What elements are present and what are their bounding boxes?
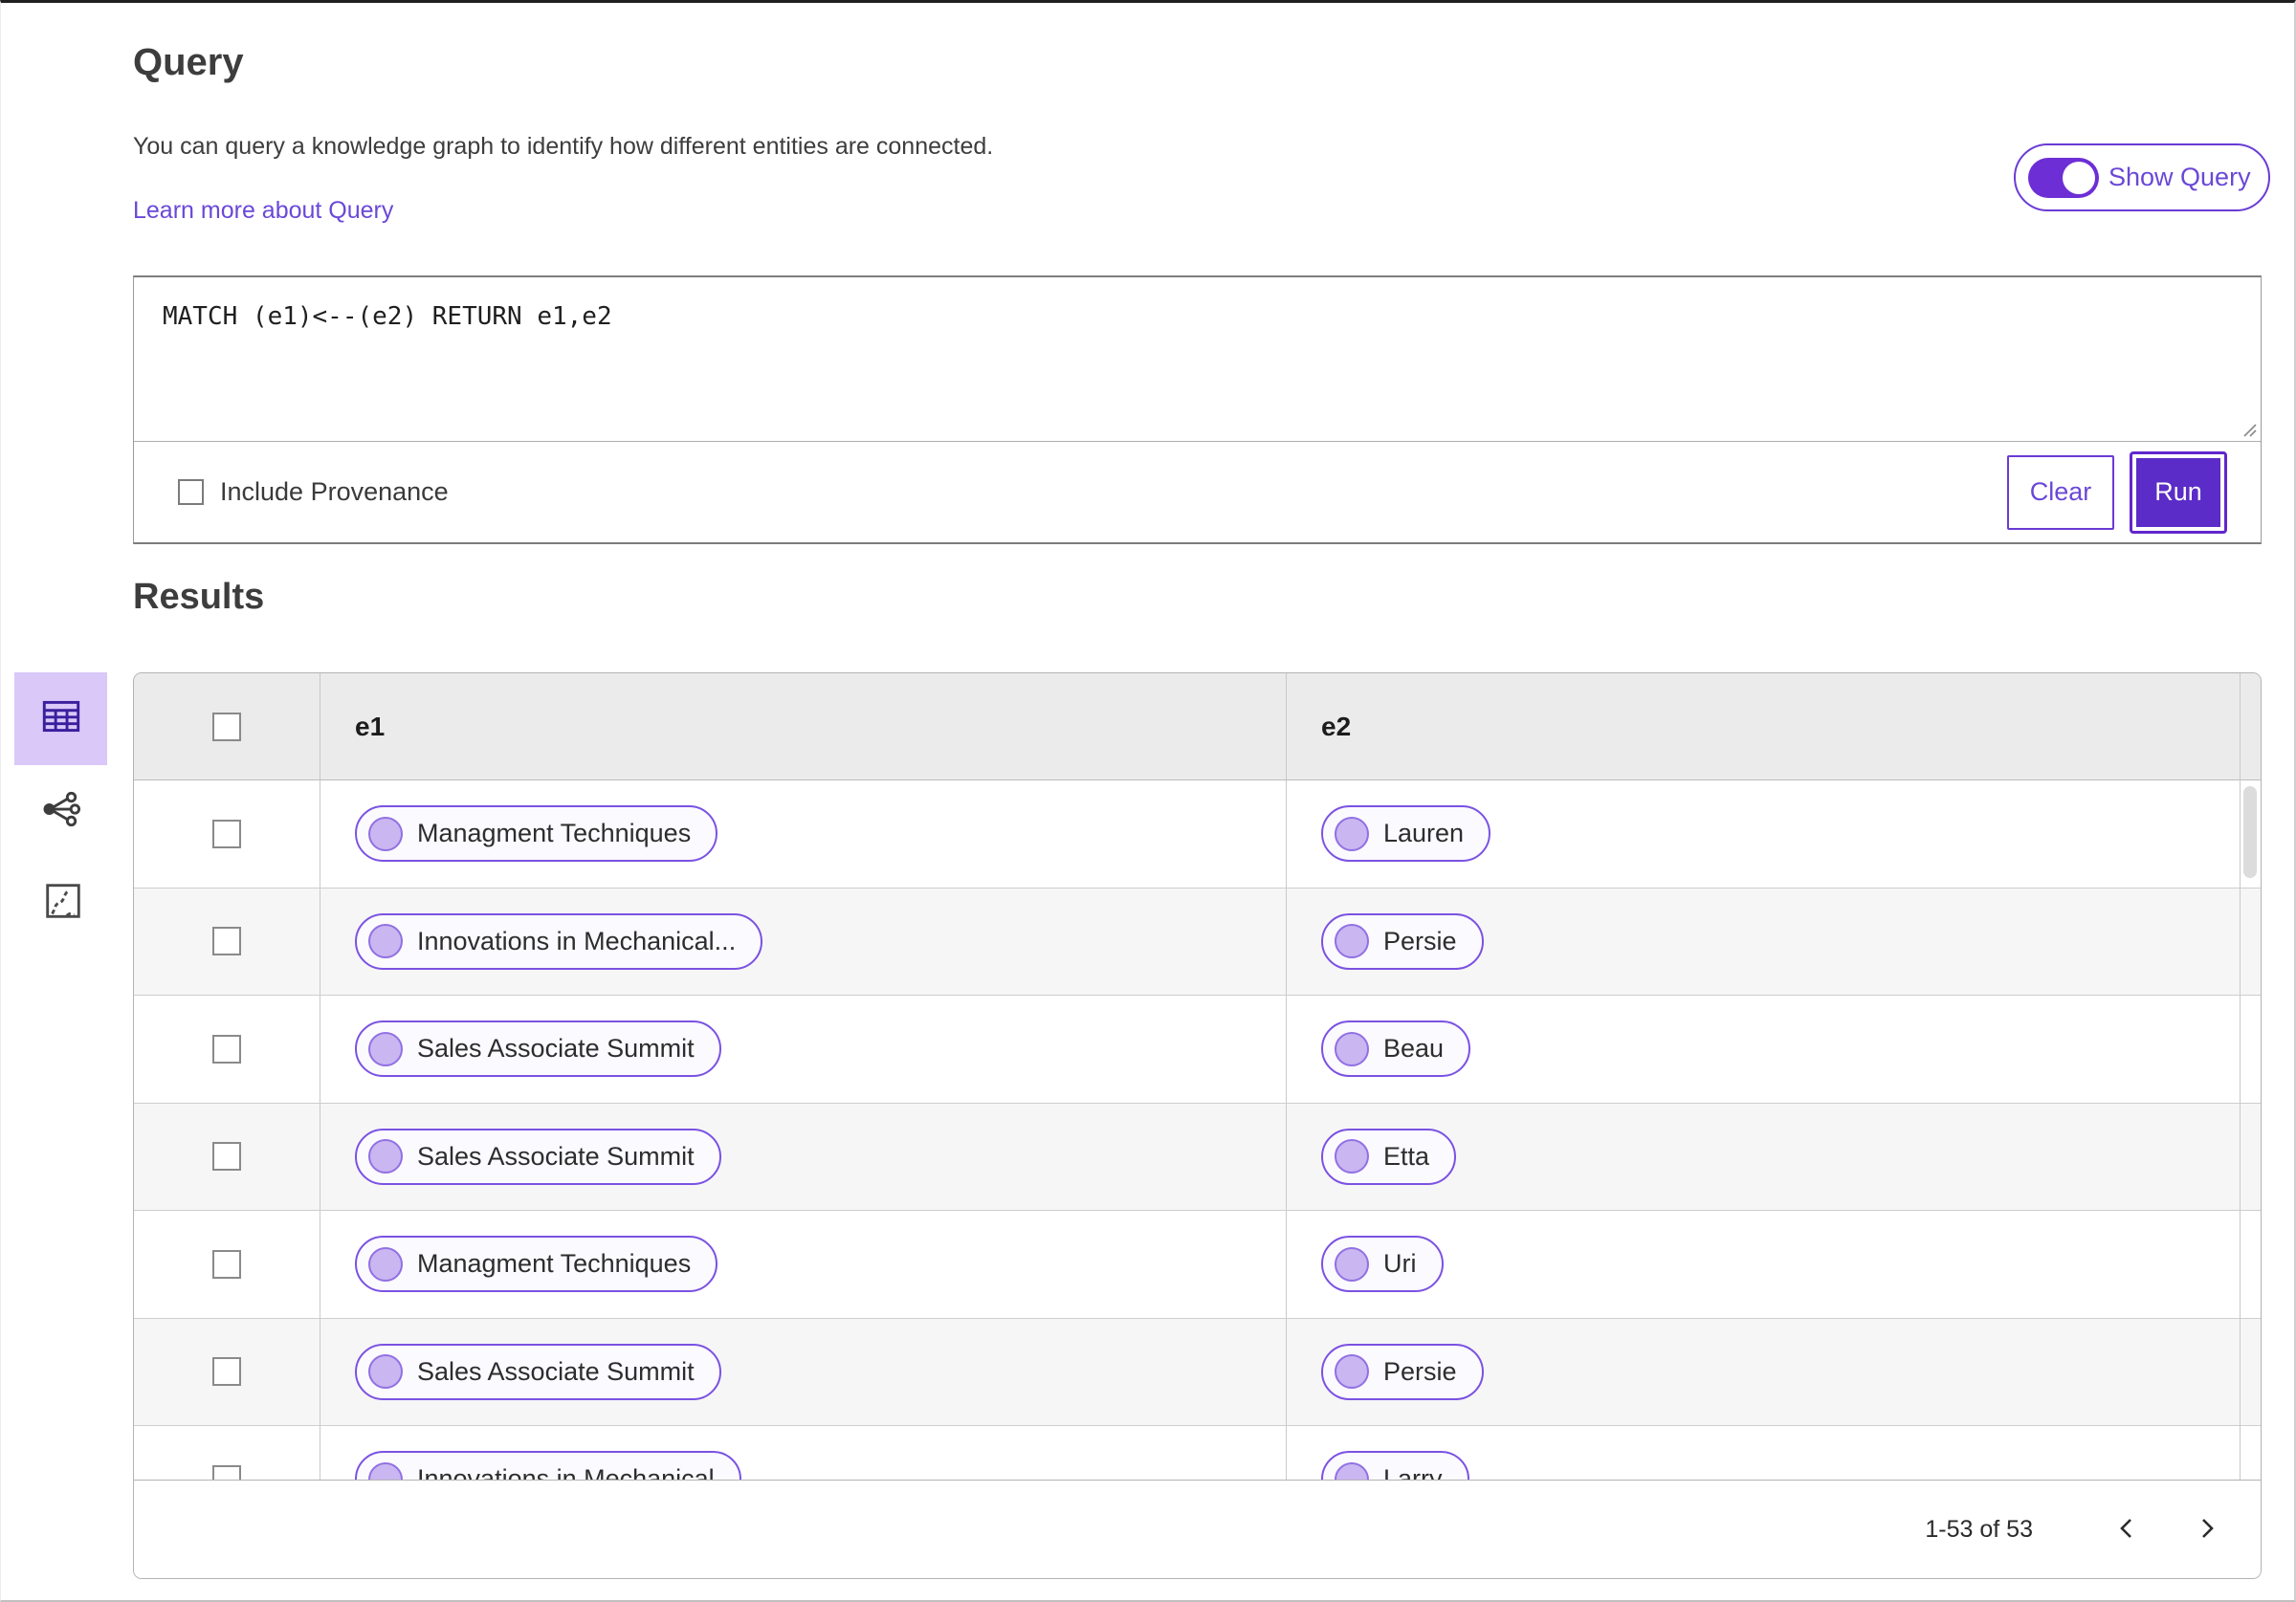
table-row: Sales Associate Summit Persie — [134, 1318, 2261, 1426]
network-view-button[interactable] — [37, 787, 85, 835]
entity-node-icon — [368, 1461, 403, 1480]
column-label-e2: e2 — [1321, 711, 1352, 741]
query-panel: MATCH (e1)<--(e2) RETURN e1,e2 Include P… — [133, 275, 2262, 544]
entity-node-icon — [368, 1246, 403, 1282]
row-checkbox[interactable] — [212, 1357, 241, 1387]
show-query-toggle-button[interactable]: Show Query — [2014, 143, 2270, 211]
include-provenance-checkbox[interactable] — [178, 479, 204, 505]
table-view-button[interactable] — [14, 672, 107, 765]
entity-label: Innovations in Mechanical — [417, 1464, 715, 1480]
entity-label: Managment Techniques — [417, 819, 692, 848]
results-heading: Results — [133, 577, 265, 617]
entity-node-icon — [1335, 924, 1369, 959]
entity-label: Managment Techniques — [417, 1249, 692, 1279]
entity-node-icon — [368, 1139, 403, 1174]
table-header-row: e1 e2 — [134, 673, 2261, 780]
query-input[interactable]: MATCH (e1)<--(e2) RETURN e1,e2 — [134, 277, 2261, 441]
entity-chip[interactable]: Etta — [1321, 1128, 1457, 1185]
header-checkbox-cell — [134, 673, 320, 779]
entity-chip[interactable]: Beau — [1321, 1020, 1471, 1078]
page-range-label: 1-53 of 53 — [1925, 1515, 2033, 1543]
entity-node-icon — [368, 1031, 403, 1066]
entity-chip[interactable]: Sales Associate Summit — [355, 1343, 721, 1400]
page-title: Query — [133, 41, 244, 83]
entity-node-icon — [1335, 1139, 1369, 1174]
entity-chip[interactable]: Persie — [1321, 1343, 1484, 1400]
entity-node-icon — [1335, 1246, 1369, 1282]
entity-label: Sales Associate Summit — [417, 1356, 695, 1386]
entity-label: Innovations in Mechanical... — [417, 926, 737, 955]
next-page-button[interactable] — [2186, 1508, 2228, 1550]
results-card: e1 e2 Managment Techniques Lauren Innova… — [133, 672, 2262, 1579]
entity-chip[interactable]: Innovations in Mechanical... — [355, 912, 763, 970]
column-label-e1: e1 — [355, 711, 386, 741]
scrollbar-track — [2240, 673, 2241, 1480]
header-cell-e2[interactable]: e2 — [1287, 673, 2261, 779]
run-button[interactable]: Run — [2130, 450, 2227, 534]
entity-node-icon — [1335, 1461, 1369, 1480]
table-row: Innovations in Mechanical... Persie — [134, 888, 2261, 996]
entity-node-icon — [1335, 1354, 1369, 1390]
scrollbar-thumb[interactable] — [2243, 786, 2257, 878]
entity-label: Sales Associate Summit — [417, 1141, 695, 1171]
query-panel-footer: Include Provenance Clear Run — [134, 442, 2261, 542]
table-row: Managment Techniques Lauren — [134, 780, 2261, 889]
query-editor: MATCH (e1)<--(e2) RETURN e1,e2 — [134, 277, 2261, 442]
entity-chip[interactable]: Larry — [1321, 1451, 1469, 1480]
table-row: Innovations in Mechanical Larry — [134, 1426, 2261, 1480]
entity-node-icon — [368, 924, 403, 959]
learn-more-link[interactable]: Learn more about Query — [133, 197, 393, 225]
knowledge-graph-query-page: Query You can query a knowledge graph to… — [0, 0, 2296, 1602]
entity-label: Sales Associate Summit — [417, 1034, 695, 1064]
results-table: e1 e2 Managment Techniques Lauren Innova… — [134, 673, 2261, 1480]
entity-label: Etta — [1383, 1141, 1430, 1171]
entity-node-icon — [368, 1354, 403, 1390]
entity-label: Persie — [1383, 1356, 1457, 1386]
row-checkbox[interactable] — [212, 819, 241, 848]
clear-button[interactable]: Clear — [2007, 454, 2114, 530]
header-cell-e1[interactable]: e1 — [320, 673, 1287, 779]
entity-node-icon — [368, 816, 403, 851]
entity-chip[interactable]: Persie — [1321, 912, 1484, 970]
map-view-icon — [41, 879, 85, 928]
toggle-knob-icon — [2063, 161, 2095, 194]
entity-node-icon — [1335, 1031, 1369, 1066]
row-checkbox[interactable] — [212, 1249, 241, 1279]
entity-chip[interactable]: Sales Associate Summit — [355, 1128, 721, 1185]
table-row: Sales Associate Summit Etta — [134, 1103, 2261, 1211]
page-description: You can query a knowledge graph to ident… — [133, 133, 994, 160]
entity-chip[interactable]: Uri — [1321, 1236, 1444, 1293]
show-query-label: Show Query — [2108, 163, 2251, 191]
row-checkbox[interactable] — [212, 1464, 241, 1480]
chevron-right-icon — [2195, 1514, 2219, 1546]
network-view-icon — [39, 787, 83, 836]
resize-handle-icon[interactable] — [2239, 419, 2258, 438]
entity-label: Beau — [1383, 1034, 1445, 1064]
entity-chip[interactable]: Lauren — [1321, 805, 1491, 863]
include-provenance-label: Include Provenance — [220, 477, 449, 506]
entity-chip[interactable]: Managment Techniques — [355, 805, 718, 863]
previous-page-button[interactable] — [2106, 1508, 2148, 1550]
entity-node-icon — [1335, 816, 1369, 851]
entity-chip[interactable]: Managment Techniques — [355, 1236, 718, 1293]
select-all-checkbox[interactable] — [212, 712, 241, 741]
entity-label: Persie — [1383, 926, 1457, 955]
entity-label: Larry — [1383, 1464, 1443, 1480]
entity-chip[interactable]: Innovations in Mechanical — [355, 1451, 741, 1480]
row-checkbox[interactable] — [212, 1142, 241, 1172]
pagination-bar: 1-53 of 53 — [134, 1480, 2261, 1578]
table-row: Managment Techniques Uri — [134, 1211, 2261, 1319]
table-row: Sales Associate Summit Beau — [134, 996, 2261, 1104]
chevron-left-icon — [2114, 1514, 2139, 1546]
row-checkbox[interactable] — [212, 927, 241, 956]
entity-label: Lauren — [1383, 819, 1465, 848]
entity-label: Uri — [1383, 1249, 1417, 1279]
table-view-icon — [37, 692, 85, 745]
toggle-switch[interactable] — [2028, 157, 2099, 198]
row-checkbox[interactable] — [212, 1034, 241, 1064]
entity-chip[interactable]: Sales Associate Summit — [355, 1020, 721, 1078]
map-view-button[interactable] — [39, 879, 87, 927]
